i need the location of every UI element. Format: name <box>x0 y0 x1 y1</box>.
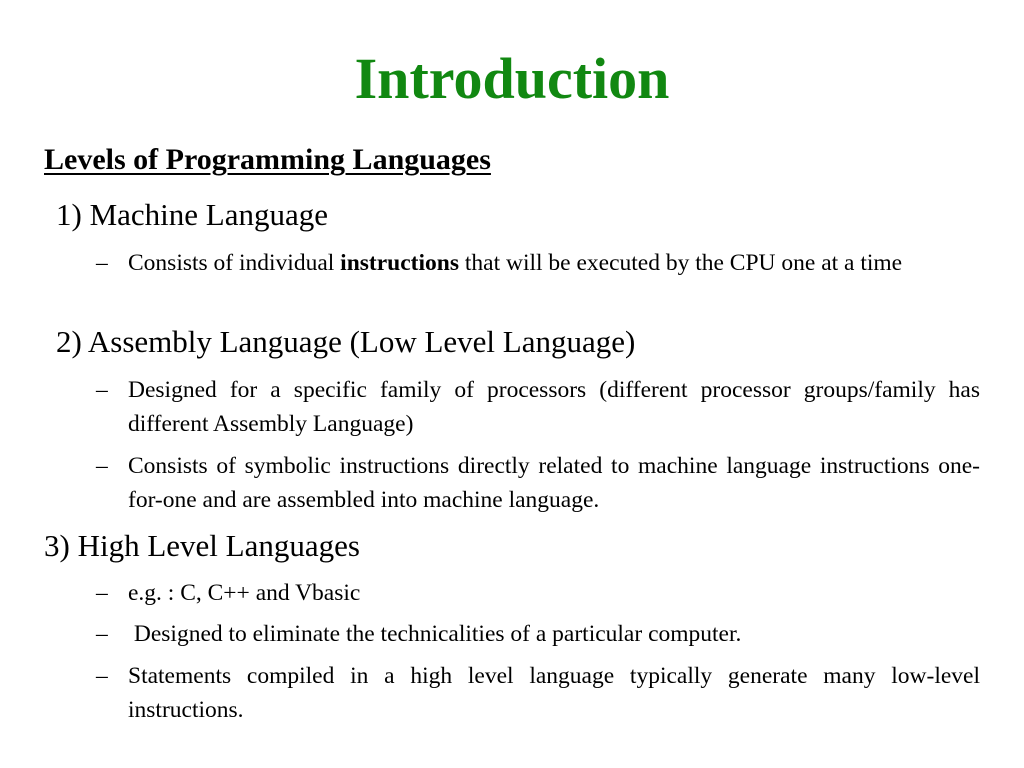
dash-bullet-icon: – <box>96 663 108 689</box>
bullet-item: – Designed to eliminate the technicaliti… <box>96 617 980 651</box>
level-3-heading: 3) High Level Languages <box>44 528 360 563</box>
bold-term: instructions <box>340 250 459 276</box>
bullet-text: Consists of individual instructions that… <box>128 246 980 280</box>
level-2-heading: 2) Assembly Language (Low Level Language… <box>56 324 636 359</box>
bullet-item: – Consists of individual instructions th… <box>96 246 980 280</box>
bullet-text: Consists of symbolic instructions direct… <box>128 453 980 513</box>
slide-title: Introduction <box>354 46 670 111</box>
bullet-item: – Consists of symbolic instructions dire… <box>96 449 980 517</box>
bullet-item: – Statements compiled in a high level la… <box>96 659 980 727</box>
dash-bullet-icon: – <box>96 250 108 276</box>
bullet-item: – e.g. : C, C++ and Vbasic <box>96 576 980 610</box>
bullet-text: Designed to eliminate the technicalities… <box>128 621 742 647</box>
bullet-text: e.g. : C, C++ and Vbasic <box>128 580 361 606</box>
text-run: Consists of individual <box>128 250 341 276</box>
bullet-text: Statements compiled in a high level lang… <box>128 663 980 723</box>
bullet-text: Designed for a specific family of proces… <box>128 377 980 437</box>
dash-bullet-icon: – <box>96 377 108 403</box>
dash-bullet-icon: – <box>96 621 108 647</box>
section-heading: Levels of Programming Languages <box>44 143 491 176</box>
level-1-heading: 1) Machine Language <box>56 197 328 232</box>
text-run: that will be executed by the CPU one at … <box>459 250 903 276</box>
bullet-item: – Designed for a specific family of proc… <box>96 373 980 441</box>
dash-bullet-icon: – <box>96 580 108 606</box>
dash-bullet-icon: – <box>96 453 108 479</box>
